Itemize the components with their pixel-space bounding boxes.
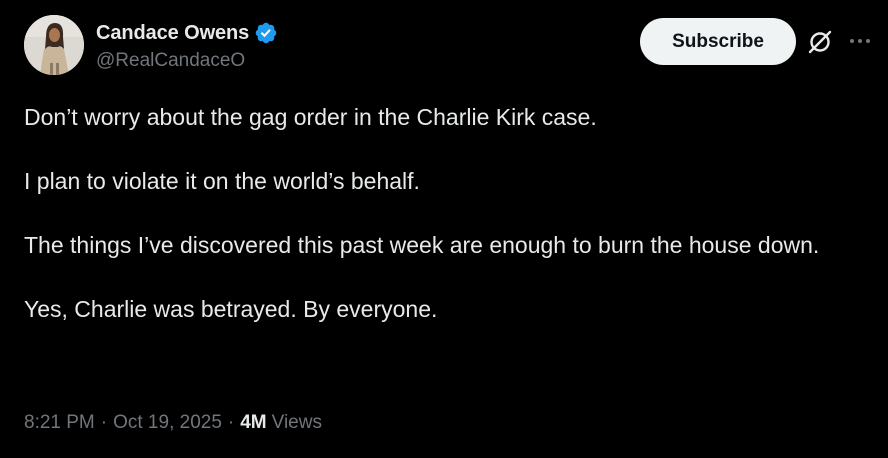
tweet-paragraph: I plan to violate it on the world’s beha… [24,168,420,194]
meta-separator: · [227,412,235,433]
tweet-paragraph: The things I’ve discovered this past wee… [24,232,820,258]
tweet-text: Don’t worry about the gag order in the C… [24,101,864,325]
tweet-paragraph: Don’t worry about the gag order in the C… [24,104,597,130]
subscribe-button[interactable]: Subscribe [640,18,796,65]
author-display-name[interactable]: Candace Owens [96,22,249,45]
meta-separator: · [100,412,108,433]
tweet-date[interactable]: Oct 19, 2025 [113,412,222,434]
tweet: Candace Owens @RealCandaceO Subscribe Do… [0,0,888,458]
tweet-paragraph: Yes, Charlie was betrayed. By everyone. [24,296,438,322]
tweet-meta: 8:21 PM · Oct 19, 2025 · 4M Views [24,412,322,434]
author-handle[interactable]: @RealCandaceO [96,50,245,72]
views-count[interactable]: 4M [240,412,266,434]
more-options-icon[interactable] [846,30,874,52]
grok-icon[interactable] [806,28,834,56]
views-label: Views [271,412,322,433]
tweet-time[interactable]: 8:21 PM [24,412,95,434]
author-name-row: Candace Owens [96,19,278,47]
verified-badge-icon[interactable] [254,21,278,45]
avatar[interactable] [24,15,84,75]
